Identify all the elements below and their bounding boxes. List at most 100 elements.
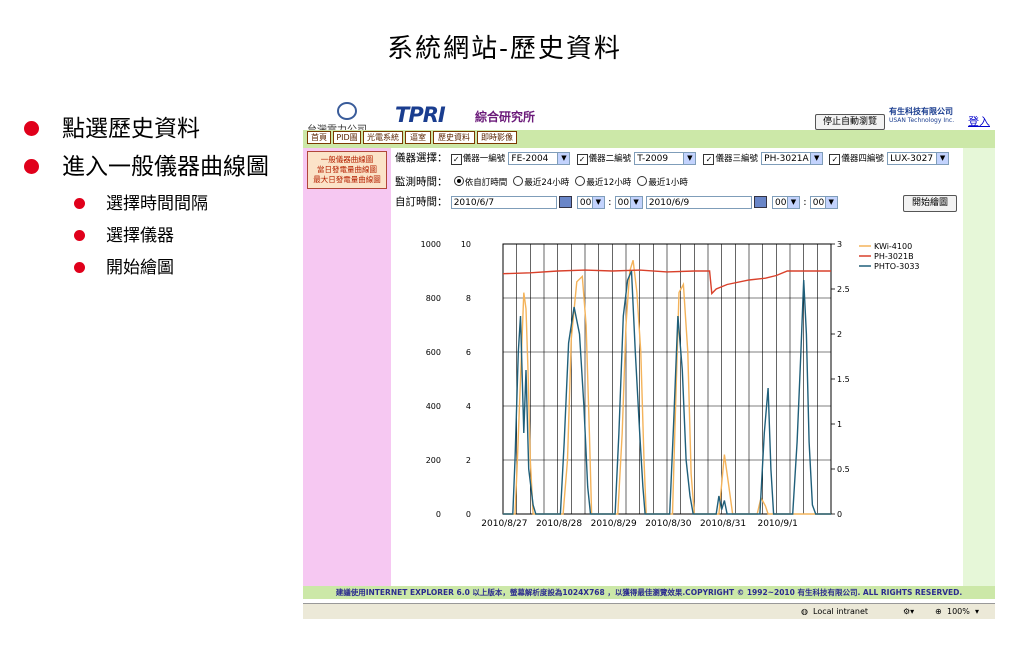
y-left2-tick-label: 8 [466,294,471,303]
browser-status-bar: ◍ Local intranet ⚙▾ ⊕ 100% ▾ [303,603,995,619]
chevron-down-icon: ▼ [936,152,949,164]
y-right-tick-label: 0 [837,510,842,519]
lock-icon: ⚙▾ [903,607,915,616]
radio-last-24h[interactable] [513,176,524,186]
y-left2-tick-label: 0 [466,510,471,519]
y-left2-tick-label: 2 [466,456,471,465]
calendar-icon[interactable] [558,196,572,208]
start-date-input[interactable]: 2010/6/7 [450,195,557,209]
y-right-tick-label: 2.5 [837,285,850,294]
instrument2-checkbox[interactable]: ✓ [576,154,588,165]
bullet-dot-icon [74,230,85,241]
radio-custom-time[interactable] [453,176,464,186]
instrument1-select[interactable]: FE-2004 ▼ [508,151,571,165]
nav-history[interactable]: 歷史資料 [433,131,475,144]
y-left1-tick-label: 600 [426,348,441,357]
site-header: 台灣電力公司 TPRI 綜合研究所 停止自動瀏覽 有生科技有限公司 USAN T… [303,98,995,136]
site-footer: 建議使用INTERNET EXPLORER 6.0 以上版本，螢幕解析度設為10… [303,586,995,599]
zoom-icon[interactable]: ⊕ [935,604,942,619]
radio-last-1h[interactable] [637,176,648,186]
y-left1-tick-label: 1000 [421,240,441,249]
instrument4-select[interactable]: LUX-3027 ▼ [887,151,950,165]
tpri-logo: TPRI [395,103,446,127]
y-left1-tick-label: 200 [426,456,441,465]
sidebar-item-daily-energy[interactable]: 當日發電量曲線圖 [308,165,386,175]
bullet-dot-icon [74,262,85,273]
zoom-level[interactable]: 100% [947,604,970,619]
sub-bullet-item: 選擇時間間隔 [24,188,294,220]
nav-greenhouse[interactable]: 逼室 [405,131,431,144]
y-right-tick-label: 1.5 [837,375,850,384]
bullet-dot-icon [24,159,39,174]
y-right-tick-label: 2 [837,330,842,339]
nav-home[interactable]: 首頁 [307,131,331,144]
chevron-down-icon: ▼ [683,152,696,164]
tpri-name: 綜合研究所 [475,110,536,124]
x-tick-label: 2010/8/28 [536,519,582,529]
nav-pv-system[interactable]: 光電系統 [363,131,403,144]
sidebar-item-general-chart[interactable]: 一般儀器曲線圖 [308,155,386,165]
start-drawing-button[interactable]: 開始繪圖 [903,195,957,212]
chevron-down-icon: ▼ [787,196,799,208]
login-link[interactable]: 登入 [968,113,990,129]
nav-divider [303,144,995,148]
monitor-label: 監測時間： [395,176,448,188]
end-date-input[interactable]: 2010/6/9 [645,195,752,209]
radio-last-12h[interactable] [575,176,586,186]
y-left2-tick-label: 10 [461,240,471,249]
y-right-tick-label: 0.5 [837,465,850,474]
nav-live-video[interactable]: 即時影像 [477,131,517,144]
y-left1-tick-label: 800 [426,294,441,303]
chevron-down-icon: ▼ [629,196,642,208]
monitor-row: 監測時間： 依自訂時間 最近24小時 最近12小時 最近1小時 [395,176,688,188]
legend-label: KWi-4100 [874,242,912,251]
custom-time-label: 自訂時間： [395,196,448,208]
legend-label: PHTO-3033 [874,262,920,271]
y-left2-tick-label: 6 [466,348,471,357]
website-screenshot: 台灣電力公司 TPRI 綜合研究所 停止自動瀏覽 有生科技有限公司 USAN T… [303,98,995,619]
history-line-chart: 0 0 200 2 400 4 600 6 800 8 1000 10 0 0.5 1 1.5 2 2.5 3 201… [421,240,920,529]
calendar-icon[interactable] [753,196,767,208]
sidebar: 一般儀器曲線圖 當日發電量曲線圖 最大日發電量曲線圖 [303,148,391,588]
stop-auto-browse-button[interactable]: 停止自動瀏覽 [815,114,885,130]
sidebar-item-max-daily-energy[interactable]: 最大日發電量曲線圖 [308,175,386,185]
instrument4-checkbox[interactable]: ✓ [829,154,841,165]
instrument1-checkbox[interactable]: ✓ [450,154,462,165]
usan-logo: 有生科技有限公司 USAN Technology Inc. [889,107,955,124]
start-minute-select[interactable]: 00 ▼ [614,195,643,209]
instrument3-checkbox[interactable]: ✓ [703,154,715,165]
chevron-down-icon[interactable]: ▾ [975,604,979,619]
nav-pid[interactable]: PID圖 [333,131,361,144]
x-tick-label: 2010/8/31 [700,519,746,529]
custom-time-row: 自訂時間： 2010/6/7 00 ▼ : 00 ▼ 2010/6/9 00 ▼ : … [395,194,838,210]
instrument3-select[interactable]: PH-3021A ▼ [761,151,824,165]
x-tick-label: 2010/8/29 [591,519,637,529]
chevron-down-icon: ▼ [557,152,570,164]
zone-label: Local intranet [813,607,869,616]
legend-label: PH-3021B [874,252,914,261]
instrument-row: 儀器選擇： ✓ 儀器一編號 FE-2004 ▼ ✓ 儀器二編號 T-2009 ▼ ✓ 儀器… [395,150,950,166]
right-margin [963,148,995,588]
y-left1-tick-label: 0 [436,510,441,519]
chevron-down-icon: ▼ [810,152,823,164]
sub-bullet-item: 開始繪圖 [24,252,294,284]
end-hour-select[interactable]: 00 ▼ [772,195,800,209]
nav-bar: 首頁 PID圖 光電系統 逼室 歷史資料 即時影像 [303,130,995,144]
bullet-item: 點選歷史資料 [24,112,294,146]
chevron-down-icon: ▼ [824,196,837,208]
end-minute-select[interactable]: 00 ▼ [809,195,838,209]
instrument-label: 儀器選擇： [395,152,448,164]
bullet-list: 點選歷史資料 進入一般儀器曲線圖 選擇時間間隔 選擇儀器 開始繪圖 [24,112,294,284]
bullet-item: 進入一般儀器曲線圖 [24,150,294,184]
instrument2-select[interactable]: T-2009 ▼ [634,151,697,165]
y-left1-tick-label: 400 [426,402,441,411]
x-tick-label: 2010/8/30 [645,519,691,529]
chevron-down-icon: ▼ [591,196,604,208]
bullet-dot-icon [24,121,39,136]
taipower-seal-icon [337,102,357,120]
sidebar-menu: 一般儀器曲線圖 當日發電量曲線圖 最大日發電量曲線圖 [307,151,387,189]
y-right-tick-label: 3 [837,240,842,249]
x-tick-label: 2010/8/27 [481,519,527,529]
start-hour-select[interactable]: 00 ▼ [576,195,605,209]
y-right-tick-label: 1 [837,420,842,429]
